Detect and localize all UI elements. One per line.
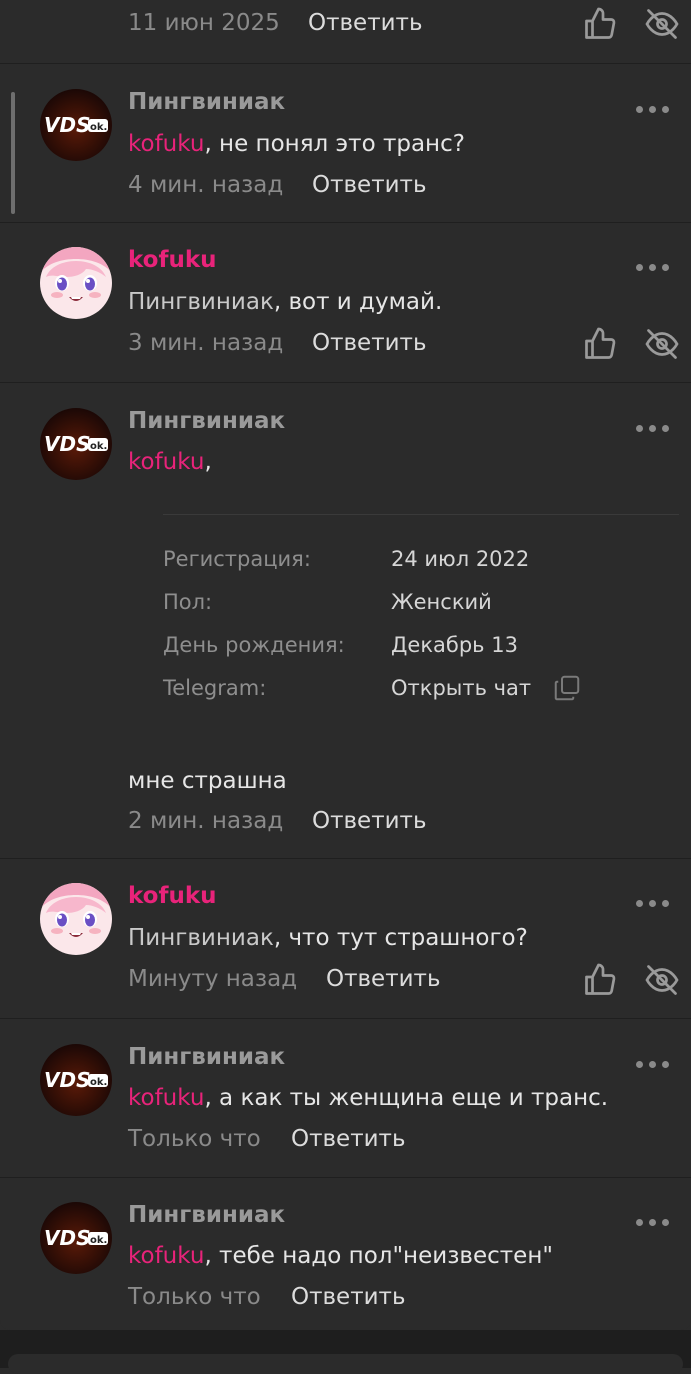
comment-author[interactable]: Пингвиниак <box>128 406 285 436</box>
comment-author[interactable]: kofuku <box>128 881 217 911</box>
comment-text: Пингвиниак, что тут страшного? <box>128 925 528 951</box>
mention-link[interactable]: Пингвиниак <box>128 925 274 951</box>
comment-text: kofuku, <box>128 449 212 475</box>
avatar[interactable]: VDS ok. <box>40 1202 112 1274</box>
separator <box>0 63 691 64</box>
comment-time: Только что <box>128 1126 261 1152</box>
more-dots-icon[interactable] <box>636 421 676 435</box>
comment-time: Только что <box>128 1284 261 1310</box>
comment-text: kofuku, не понял это транс? <box>128 131 465 157</box>
mention-link[interactable]: kofuku <box>128 449 204 475</box>
avatar[interactable]: VDS ok. <box>40 408 112 480</box>
copy-icon[interactable] <box>552 673 582 703</box>
profile-value-birthday: Декабрь 13 <box>391 633 518 657</box>
mention-link[interactable]: Пингвиниак <box>128 289 274 315</box>
reply-button[interactable]: Ответить <box>291 1282 406 1312</box>
comment-feed: 11 июн 2025 Ответить VDS ok. Пингвиниак k… <box>0 0 691 1330</box>
separator <box>0 222 691 223</box>
profile-value-registration: 24 июл 2022 <box>391 547 530 571</box>
comment-body: мне страшна <box>128 768 287 794</box>
svg-text:ok.: ok. <box>90 441 107 452</box>
eye-slash-icon[interactable] <box>643 326 679 362</box>
comment-author[interactable]: Пингвиниак <box>128 87 285 117</box>
profile-label-telegram: Telegram: <box>163 676 267 700</box>
separator <box>0 858 691 859</box>
mention-link[interactable]: kofuku <box>128 1243 204 1269</box>
profile-value-gender: Женский <box>391 590 492 614</box>
reply-button[interactable]: Ответить <box>308 8 423 38</box>
more-dots-icon[interactable] <box>636 1057 676 1071</box>
comment-time: 4 мин. назад <box>128 172 284 198</box>
separator <box>0 1018 691 1019</box>
reply-button[interactable]: Ответить <box>326 964 441 994</box>
telegram-open-chat-link[interactable]: Открыть чат <box>391 674 531 702</box>
avatar[interactable]: VDS ok. <box>40 1044 112 1116</box>
comment-time: 3 мин. назад <box>128 330 284 356</box>
page-background <box>0 1330 691 1374</box>
avatar[interactable] <box>40 247 112 319</box>
svg-text:ok.: ok. <box>90 122 107 133</box>
comment-time: 2 мин. назад <box>128 808 284 834</box>
next-block <box>8 1354 683 1374</box>
profile-label-birthday: День рождения: <box>163 633 345 657</box>
more-dots-icon[interactable] <box>636 102 676 116</box>
reply-button[interactable]: Ответить <box>312 328 427 358</box>
reply-button[interactable]: Ответить <box>291 1124 406 1154</box>
svg-text:ok.: ok. <box>90 1235 107 1246</box>
comment-author[interactable]: kofuku <box>128 245 217 275</box>
profile-label-gender: Пол: <box>163 590 213 614</box>
mention-link[interactable]: kofuku <box>128 131 204 157</box>
svg-text:VDS: VDS <box>44 432 90 456</box>
profile-card-divider <box>163 514 679 515</box>
thumbs-up-icon[interactable] <box>582 6 618 42</box>
separator <box>0 382 691 383</box>
separator <box>0 1177 691 1178</box>
thumbs-up-icon[interactable] <box>582 326 618 362</box>
more-dots-icon[interactable] <box>636 1215 676 1229</box>
comment-time: Минуту назад <box>128 966 298 992</box>
comment-text: kofuku, тебе надо пол"неизвестен" <box>128 1243 553 1269</box>
comment-time: 11 июн 2025 <box>128 10 280 36</box>
mention-link[interactable]: kofuku <box>128 1085 204 1111</box>
svg-text:VDS: VDS <box>44 1226 90 1250</box>
svg-text:ok.: ok. <box>90 1077 107 1088</box>
avatar[interactable]: VDS ok. <box>40 89 112 161</box>
thumbs-up-icon[interactable] <box>582 962 618 998</box>
svg-text:VDS: VDS <box>44 1068 90 1092</box>
reply-button[interactable]: Ответить <box>312 170 427 200</box>
comment-text: Пингвиниак, вот и думай. <box>128 289 443 315</box>
comment-text: kofuku, а как ты женщина еще и транс. <box>128 1085 609 1111</box>
eye-slash-icon[interactable] <box>643 6 679 42</box>
more-dots-icon[interactable] <box>636 260 676 274</box>
eye-slash-icon[interactable] <box>643 962 679 998</box>
thread-indicator <box>11 92 15 214</box>
more-dots-icon[interactable] <box>636 896 676 910</box>
svg-text:VDS: VDS <box>44 113 90 137</box>
comment-author[interactable]: Пингвиниак <box>128 1200 285 1230</box>
reply-button[interactable]: Ответить <box>312 806 427 836</box>
avatar[interactable] <box>40 883 112 955</box>
profile-label-registration: Регистрация: <box>163 547 311 571</box>
comment-author[interactable]: Пингвиниак <box>128 1042 285 1072</box>
